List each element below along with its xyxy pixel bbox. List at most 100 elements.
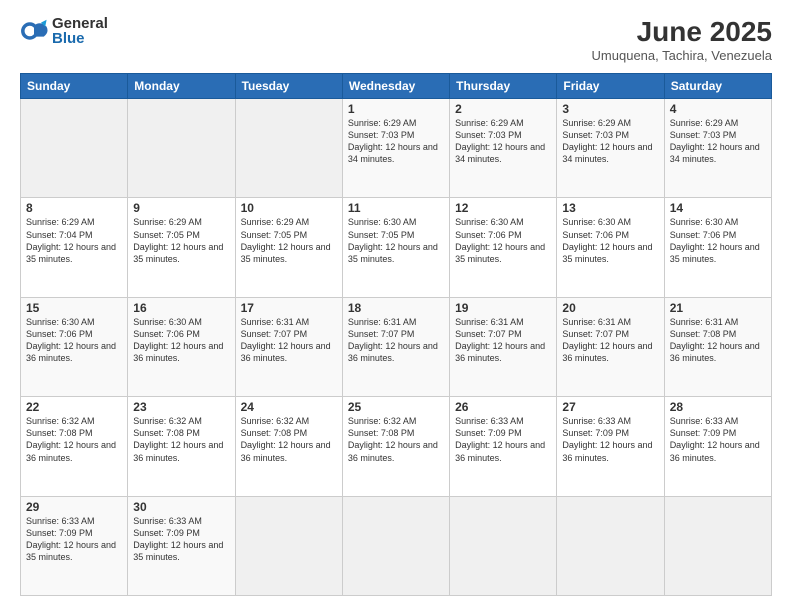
table-row [235, 99, 342, 198]
day-number: 22 [26, 400, 122, 414]
day-number: 15 [26, 301, 122, 315]
day-number: 4 [670, 102, 766, 116]
table-row [128, 99, 235, 198]
day-info: Sunrise: 6:29 AM Sunset: 7:03 PM Dayligh… [670, 117, 766, 166]
day-number: 9 [133, 201, 229, 215]
table-row: 8 Sunrise: 6:29 AM Sunset: 7:04 PM Dayli… [21, 198, 128, 297]
day-info: Sunrise: 6:32 AM Sunset: 7:08 PM Dayligh… [26, 415, 122, 464]
day-info: Sunrise: 6:30 AM Sunset: 7:06 PM Dayligh… [562, 216, 658, 265]
day-info: Sunrise: 6:31 AM Sunset: 7:07 PM Dayligh… [348, 316, 444, 365]
table-row: 19 Sunrise: 6:31 AM Sunset: 7:07 PM Dayl… [450, 297, 557, 396]
table-row: 1 Sunrise: 6:29 AM Sunset: 7:03 PM Dayli… [342, 99, 449, 198]
day-number: 1 [348, 102, 444, 116]
table-row: 29 Sunrise: 6:33 AM Sunset: 7:09 PM Dayl… [21, 496, 128, 595]
table-row: 25 Sunrise: 6:32 AM Sunset: 7:08 PM Dayl… [342, 397, 449, 496]
table-row: 15 Sunrise: 6:30 AM Sunset: 7:06 PM Dayl… [21, 297, 128, 396]
day-number: 21 [670, 301, 766, 315]
table-row: 30 Sunrise: 6:33 AM Sunset: 7:09 PM Dayl… [128, 496, 235, 595]
day-number: 24 [241, 400, 337, 414]
day-info: Sunrise: 6:30 AM Sunset: 7:06 PM Dayligh… [455, 216, 551, 265]
table-row [664, 496, 771, 595]
day-number: 19 [455, 301, 551, 315]
table-row: 13 Sunrise: 6:30 AM Sunset: 7:06 PM Dayl… [557, 198, 664, 297]
calendar-row: 29 Sunrise: 6:33 AM Sunset: 7:09 PM Dayl… [21, 496, 772, 595]
header: General Blue June 2025 Umuquena, Tachira… [20, 16, 772, 63]
day-number: 3 [562, 102, 658, 116]
col-saturday: Saturday [664, 74, 771, 99]
table-row: 21 Sunrise: 6:31 AM Sunset: 7:08 PM Dayl… [664, 297, 771, 396]
day-info: Sunrise: 6:29 AM Sunset: 7:03 PM Dayligh… [562, 117, 658, 166]
table-row: 23 Sunrise: 6:32 AM Sunset: 7:08 PM Dayl… [128, 397, 235, 496]
table-row: 14 Sunrise: 6:30 AM Sunset: 7:06 PM Dayl… [664, 198, 771, 297]
table-row: 2 Sunrise: 6:29 AM Sunset: 7:03 PM Dayli… [450, 99, 557, 198]
day-info: Sunrise: 6:33 AM Sunset: 7:09 PM Dayligh… [26, 515, 122, 564]
day-info: Sunrise: 6:32 AM Sunset: 7:08 PM Dayligh… [241, 415, 337, 464]
day-info: Sunrise: 6:32 AM Sunset: 7:08 PM Dayligh… [348, 415, 444, 464]
day-info: Sunrise: 6:29 AM Sunset: 7:03 PM Dayligh… [455, 117, 551, 166]
table-row: 4 Sunrise: 6:29 AM Sunset: 7:03 PM Dayli… [664, 99, 771, 198]
table-row: 24 Sunrise: 6:32 AM Sunset: 7:08 PM Dayl… [235, 397, 342, 496]
day-info: Sunrise: 6:29 AM Sunset: 7:05 PM Dayligh… [133, 216, 229, 265]
table-row: 28 Sunrise: 6:33 AM Sunset: 7:09 PM Dayl… [664, 397, 771, 496]
table-row: 3 Sunrise: 6:29 AM Sunset: 7:03 PM Dayli… [557, 99, 664, 198]
day-number: 20 [562, 301, 658, 315]
day-info: Sunrise: 6:33 AM Sunset: 7:09 PM Dayligh… [133, 515, 229, 564]
day-info: Sunrise: 6:29 AM Sunset: 7:03 PM Dayligh… [348, 117, 444, 166]
day-info: Sunrise: 6:29 AM Sunset: 7:05 PM Dayligh… [241, 216, 337, 265]
calendar-row: 22 Sunrise: 6:32 AM Sunset: 7:08 PM Dayl… [21, 397, 772, 496]
table-row: 17 Sunrise: 6:31 AM Sunset: 7:07 PM Dayl… [235, 297, 342, 396]
table-row [21, 99, 128, 198]
logo-blue: Blue [52, 31, 108, 46]
col-wednesday: Wednesday [342, 74, 449, 99]
day-number: 23 [133, 400, 229, 414]
day-number: 2 [455, 102, 551, 116]
calendar-row: 1 Sunrise: 6:29 AM Sunset: 7:03 PM Dayli… [21, 99, 772, 198]
table-row [342, 496, 449, 595]
table-row: 10 Sunrise: 6:29 AM Sunset: 7:05 PM Dayl… [235, 198, 342, 297]
title-block: June 2025 Umuquena, Tachira, Venezuela [592, 16, 772, 63]
calendar-subtitle: Umuquena, Tachira, Venezuela [592, 48, 772, 63]
day-info: Sunrise: 6:33 AM Sunset: 7:09 PM Dayligh… [562, 415, 658, 464]
col-tuesday: Tuesday [235, 74, 342, 99]
day-number: 17 [241, 301, 337, 315]
table-row: 16 Sunrise: 6:30 AM Sunset: 7:06 PM Dayl… [128, 297, 235, 396]
day-number: 16 [133, 301, 229, 315]
table-row: 9 Sunrise: 6:29 AM Sunset: 7:05 PM Dayli… [128, 198, 235, 297]
day-number: 14 [670, 201, 766, 215]
day-info: Sunrise: 6:30 AM Sunset: 7:06 PM Dayligh… [670, 216, 766, 265]
col-friday: Friday [557, 74, 664, 99]
day-info: Sunrise: 6:33 AM Sunset: 7:09 PM Dayligh… [455, 415, 551, 464]
table-row [235, 496, 342, 595]
calendar-title: June 2025 [592, 16, 772, 48]
day-info: Sunrise: 6:31 AM Sunset: 7:08 PM Dayligh… [670, 316, 766, 365]
day-info: Sunrise: 6:30 AM Sunset: 7:06 PM Dayligh… [26, 316, 122, 365]
day-number: 12 [455, 201, 551, 215]
day-info: Sunrise: 6:31 AM Sunset: 7:07 PM Dayligh… [455, 316, 551, 365]
table-row: 11 Sunrise: 6:30 AM Sunset: 7:05 PM Dayl… [342, 198, 449, 297]
day-info: Sunrise: 6:32 AM Sunset: 7:08 PM Dayligh… [133, 415, 229, 464]
page: General Blue June 2025 Umuquena, Tachira… [0, 0, 792, 612]
logo-icon [20, 17, 48, 45]
table-row: 12 Sunrise: 6:30 AM Sunset: 7:06 PM Dayl… [450, 198, 557, 297]
table-row [450, 496, 557, 595]
day-number: 26 [455, 400, 551, 414]
day-number: 8 [26, 201, 122, 215]
day-number: 13 [562, 201, 658, 215]
day-info: Sunrise: 6:30 AM Sunset: 7:05 PM Dayligh… [348, 216, 444, 265]
calendar-header-row: Sunday Monday Tuesday Wednesday Thursday… [21, 74, 772, 99]
table-row: 26 Sunrise: 6:33 AM Sunset: 7:09 PM Dayl… [450, 397, 557, 496]
day-number: 30 [133, 500, 229, 514]
logo: General Blue [20, 16, 108, 46]
table-row: 27 Sunrise: 6:33 AM Sunset: 7:09 PM Dayl… [557, 397, 664, 496]
day-number: 27 [562, 400, 658, 414]
day-info: Sunrise: 6:31 AM Sunset: 7:07 PM Dayligh… [241, 316, 337, 365]
calendar-row: 15 Sunrise: 6:30 AM Sunset: 7:06 PM Dayl… [21, 297, 772, 396]
day-info: Sunrise: 6:29 AM Sunset: 7:04 PM Dayligh… [26, 216, 122, 265]
day-info: Sunrise: 6:33 AM Sunset: 7:09 PM Dayligh… [670, 415, 766, 464]
day-number: 18 [348, 301, 444, 315]
col-sunday: Sunday [21, 74, 128, 99]
day-number: 10 [241, 201, 337, 215]
calendar-row: 8 Sunrise: 6:29 AM Sunset: 7:04 PM Dayli… [21, 198, 772, 297]
logo-text: General Blue [52, 16, 108, 46]
col-thursday: Thursday [450, 74, 557, 99]
